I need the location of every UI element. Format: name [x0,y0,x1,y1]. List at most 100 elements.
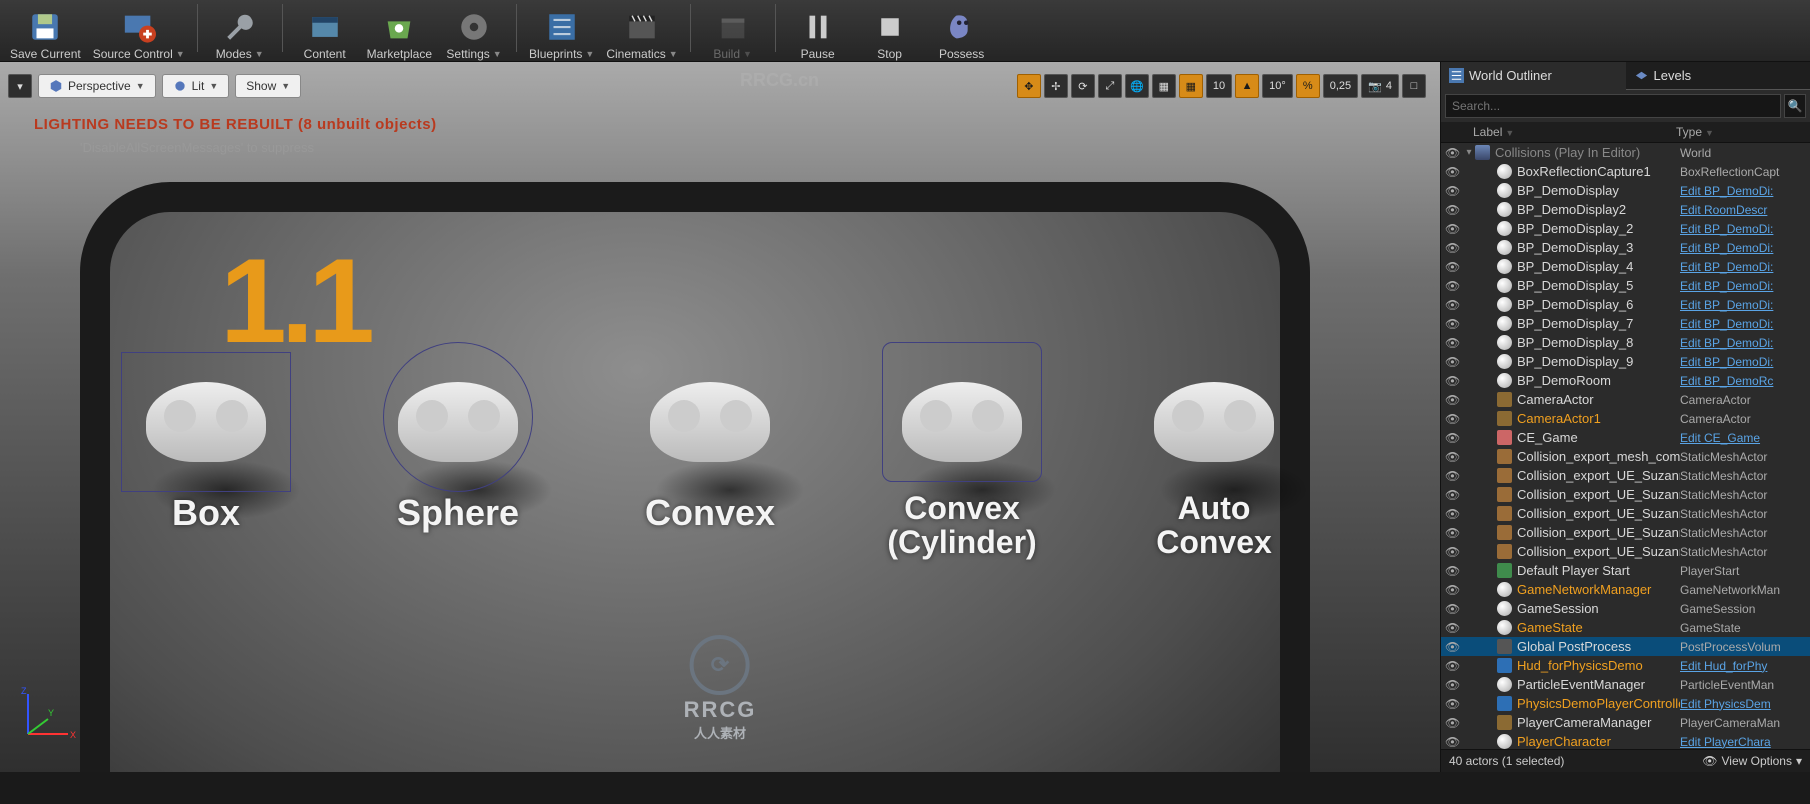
pause-button[interactable]: Pause [788,1,848,61]
tree-row[interactable]: 👁BP_DemoRoomEdit BP_DemoRc [1441,371,1810,390]
visibility-eye-icon[interactable]: 👁 [1445,640,1461,654]
visibility-eye-icon[interactable]: 👁 [1445,450,1461,464]
row-type[interactable]: Edit BP_DemoDi: [1680,298,1810,312]
save-current-button[interactable]: Save Current [10,1,81,61]
row-type[interactable]: Edit BP_DemoDi: [1680,222,1810,236]
visibility-eye-icon[interactable]: 👁 [1445,678,1461,692]
tree-row[interactable]: 👁PlayerCameraManagerPlayerCameraMan [1441,713,1810,732]
visibility-eye-icon[interactable]: 👁 [1445,507,1461,521]
tree-row[interactable]: 👁ParticleEventManagerParticleEventMan [1441,675,1810,694]
translate-mode-button[interactable]: ✢ [1044,74,1068,98]
tab-levels[interactable]: Levels [1626,62,1810,90]
visibility-eye-icon[interactable]: 👁 [1445,184,1461,198]
outliner-tree[interactable]: 👁 ▾ Collisions (Play In Editor) World 👁B… [1441,143,1810,749]
tree-row[interactable]: 👁BoxReflectionCapture1BoxReflectionCapt [1441,162,1810,181]
angle-snap-value-button[interactable]: 10° [1262,74,1293,98]
expand-icon[interactable]: ▾ [1463,147,1475,158]
coord-button[interactable]: 🌐 [1125,74,1149,98]
view-options-button[interactable]: 👁View Options ▾ [1702,754,1802,768]
surface-snap-button[interactable]: ▦ [1152,74,1176,98]
viewport-options-button[interactable]: ▾ [8,74,32,98]
scale-snap-button[interactable]: % [1296,74,1320,98]
visibility-eye-icon[interactable]: 👁 [1445,621,1461,635]
visibility-eye-icon[interactable]: 👁 [1445,355,1461,369]
visibility-eye-icon[interactable]: 👁 [1445,374,1461,388]
source-control-button[interactable]: Source Control▼ [93,1,185,61]
row-type[interactable]: Edit BP_DemoDi: [1680,260,1810,274]
lit-button[interactable]: Lit ▼ [162,74,230,98]
column-type[interactable]: Type▼ [1676,125,1806,139]
tree-row[interactable]: 👁BP_DemoDisplay_8Edit BP_DemoDi: [1441,333,1810,352]
select-mode-button[interactable]: ✥ [1017,74,1041,98]
tree-row[interactable]: 👁CameraActor1CameraActor [1441,409,1810,428]
visibility-eye-icon[interactable]: 👁 [1445,526,1461,540]
row-type[interactable]: Edit BP_DemoDi: [1680,184,1810,198]
tree-row[interactable]: 👁BP_DemoDisplayEdit BP_DemoDi: [1441,181,1810,200]
grid-snap-value-button[interactable]: 10 [1206,74,1232,98]
visibility-eye-icon[interactable]: 👁 [1445,165,1461,179]
build-button[interactable]: Build▼ [703,1,763,61]
visibility-eye-icon[interactable]: 👁 [1445,412,1461,426]
search-button[interactable]: 🔍 [1784,94,1806,118]
tree-row[interactable]: 👁BP_DemoDisplay_9Edit BP_DemoDi: [1441,352,1810,371]
row-type[interactable]: Edit BP_DemoDi: [1680,336,1810,350]
visibility-eye-icon[interactable]: 👁 [1445,697,1461,711]
visibility-eye-icon[interactable]: 👁 [1445,241,1461,255]
visibility-eye-icon[interactable]: 👁 [1445,716,1461,730]
row-type[interactable]: Edit RoomDescr [1680,203,1810,217]
possess-button[interactable]: Possess [932,1,992,61]
visibility-eye-icon[interactable]: 👁 [1445,488,1461,502]
marketplace-button[interactable]: Marketplace [367,1,432,61]
blueprints-button[interactable]: Blueprints▼ [529,1,594,61]
row-type[interactable]: Edit PhysicsDem [1680,697,1810,711]
perspective-button[interactable]: Perspective ▼ [38,74,156,98]
row-type[interactable]: Edit BP_DemoDi: [1680,241,1810,255]
tree-row[interactable]: 👁BP_DemoDisplay2Edit RoomDescr [1441,200,1810,219]
row-type[interactable]: Edit Hud_forPhy [1680,659,1810,673]
row-type[interactable]: Edit BP_DemoDi: [1680,355,1810,369]
visibility-eye-icon[interactable]: 👁 [1445,545,1461,559]
visibility-eye-icon[interactable]: 👁 [1445,222,1461,236]
grid-snap-button[interactable]: ▦ [1179,74,1203,98]
visibility-eye-icon[interactable]: 👁 [1445,393,1461,407]
modes-button[interactable]: Modes▼ [210,1,270,61]
tree-row[interactable]: 👁Collision_export_mesh_complexStaticMesh… [1441,447,1810,466]
visibility-eye-icon[interactable]: 👁 [1445,583,1461,597]
content-button[interactable]: Content [295,1,355,61]
visibility-eye-icon[interactable]: 👁 [1445,298,1461,312]
tree-row[interactable]: 👁Collision_export_UE_Suzanne_boxStaticMe… [1441,485,1810,504]
tab-world-outliner[interactable]: World Outliner [1441,62,1626,90]
tree-row[interactable]: 👁PhysicsDemoPlayerControllerEdit Physics… [1441,694,1810,713]
settings-button[interactable]: Settings▼ [444,1,504,61]
tree-row[interactable]: 👁Collision_export_UE_Suzanne_convexStati… [1441,523,1810,542]
visibility-eye-icon[interactable]: 👁 [1445,431,1461,445]
tree-row[interactable]: 👁Hud_forPhysicsDemoEdit Hud_forPhy [1441,656,1810,675]
row-type[interactable]: Edit BP_DemoRc [1680,374,1810,388]
row-type[interactable]: Edit PlayerChara [1680,735,1810,749]
visibility-eye-icon[interactable]: 👁 [1445,317,1461,331]
row-type[interactable]: Edit BP_DemoDi: [1680,279,1810,293]
search-input[interactable] [1445,94,1781,118]
tree-row[interactable]: 👁PlayerCharacterEdit PlayerChara [1441,732,1810,749]
visibility-eye-icon[interactable]: 👁 [1445,659,1461,673]
tree-row[interactable]: 👁Default Player StartPlayerStart [1441,561,1810,580]
tree-row[interactable]: 👁BP_DemoDisplay_3Edit BP_DemoDi: [1441,238,1810,257]
scale-mode-button[interactable]: ⤢ [1098,74,1122,98]
visibility-eye-icon[interactable]: 👁 [1445,564,1461,578]
show-button[interactable]: Show ▼ [235,74,301,98]
tree-row[interactable]: 👁CE_GameEdit CE_Game [1441,428,1810,447]
viewport[interactable]: ▾ Perspective ▼ Lit ▼ Show ▼ ✥ ✢ ⟳ ⤢ 🌐 ▦ [0,62,1440,772]
visibility-eye-icon[interactable]: 👁 [1445,469,1461,483]
cinematics-button[interactable]: Cinematics▼ [606,1,677,61]
visibility-eye-icon[interactable]: 👁 [1445,260,1461,274]
visibility-eye-icon[interactable]: 👁 [1445,279,1461,293]
tree-row[interactable]: 👁Collision_export_UE_Suzanne_autocoStati… [1441,466,1810,485]
tree-row[interactable]: 👁Collision_export_UE_Suzanne_convexStati… [1441,504,1810,523]
camera-speed-button[interactable]: 📷4 [1361,74,1399,98]
tree-row[interactable]: 👁Global PostProcessPostProcessVolum [1441,637,1810,656]
tree-row[interactable]: 👁CameraActorCameraActor [1441,390,1810,409]
tree-row[interactable]: 👁Collision_export_UE_Suzanne_sphereStati… [1441,542,1810,561]
tree-row[interactable]: 👁BP_DemoDisplay_2Edit BP_DemoDi: [1441,219,1810,238]
tree-row[interactable]: 👁BP_DemoDisplay_6Edit BP_DemoDi: [1441,295,1810,314]
tree-row[interactable]: 👁BP_DemoDisplay_5Edit BP_DemoDi: [1441,276,1810,295]
